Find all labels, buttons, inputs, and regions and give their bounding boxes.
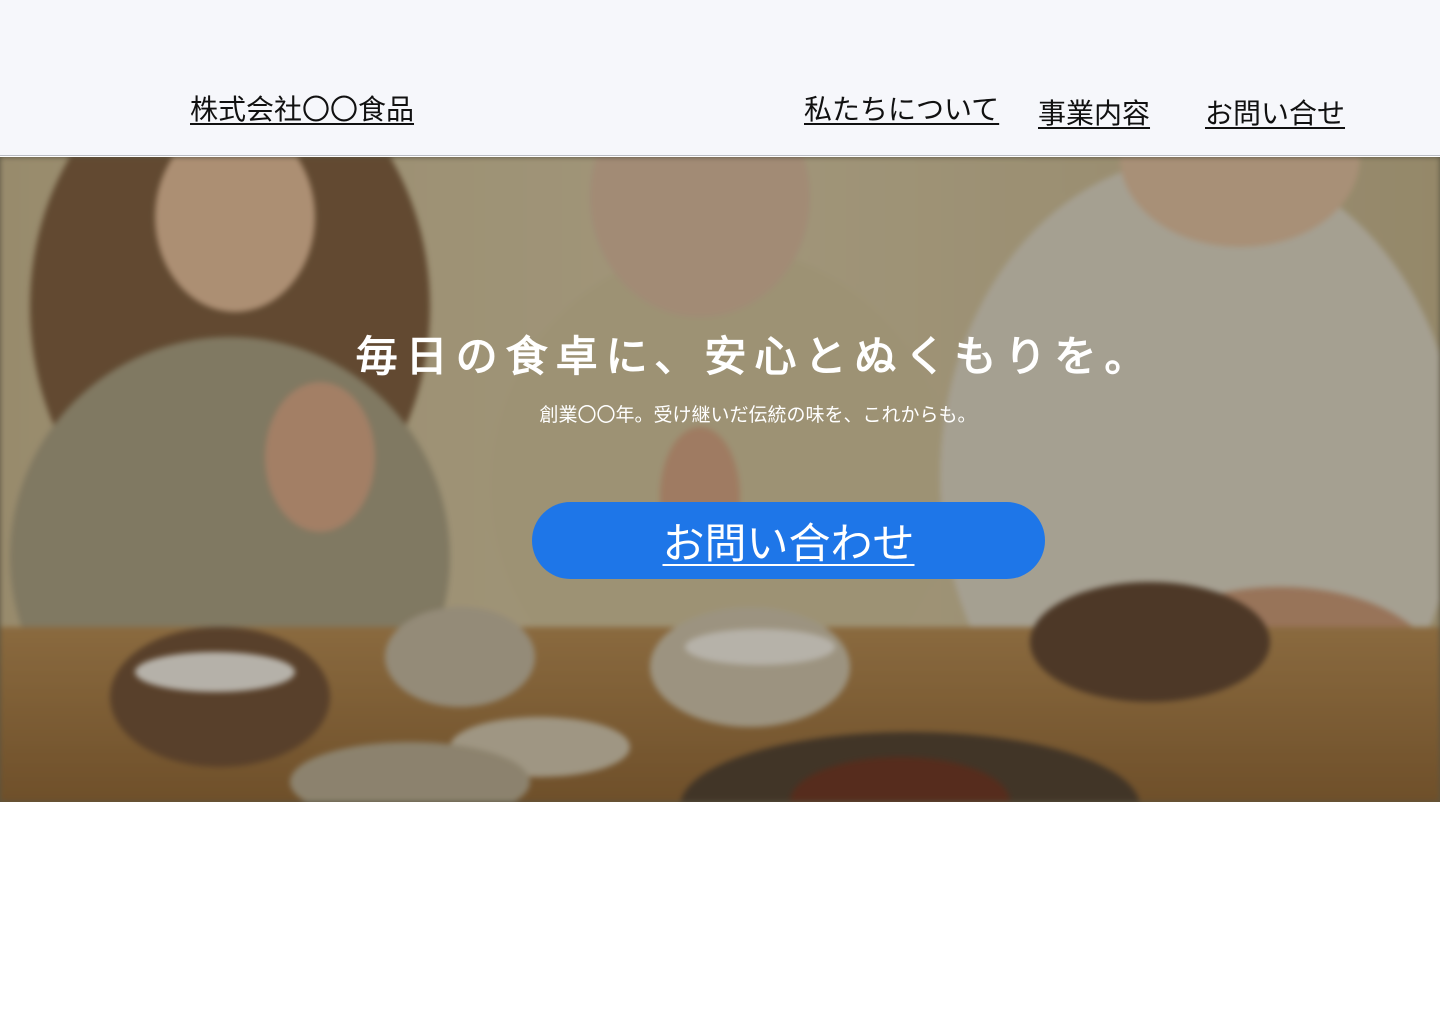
hero-title: 毎日の食卓に、安心とぬくもりを。 [355, 332, 1155, 381]
contact-cta-label: お問い合わせ [662, 519, 915, 568]
hero-section: 毎日の食卓に、安心とぬくもりを。 創業〇〇年。受け継いだ伝統の味を、これからも。… [0, 157, 1440, 802]
nav-link-service[interactable]: 事業内容 [1038, 92, 1150, 132]
company-logo-link[interactable]: 株式会社〇〇食品 [190, 88, 414, 128]
nav-link-contact[interactable]: お問い合せ [1205, 92, 1345, 132]
hero-subtitle: 創業〇〇年。受け継いだ伝統の味を、これからも。 [539, 404, 977, 426]
hero-overlay [0, 157, 1440, 802]
site-header: 株式会社〇〇食品 私たちについて 事業内容 お問い合せ [0, 0, 1440, 156]
nav-link-about[interactable]: 私たちについて [804, 88, 999, 128]
contact-cta-button[interactable]: お問い合わせ [532, 502, 1045, 579]
